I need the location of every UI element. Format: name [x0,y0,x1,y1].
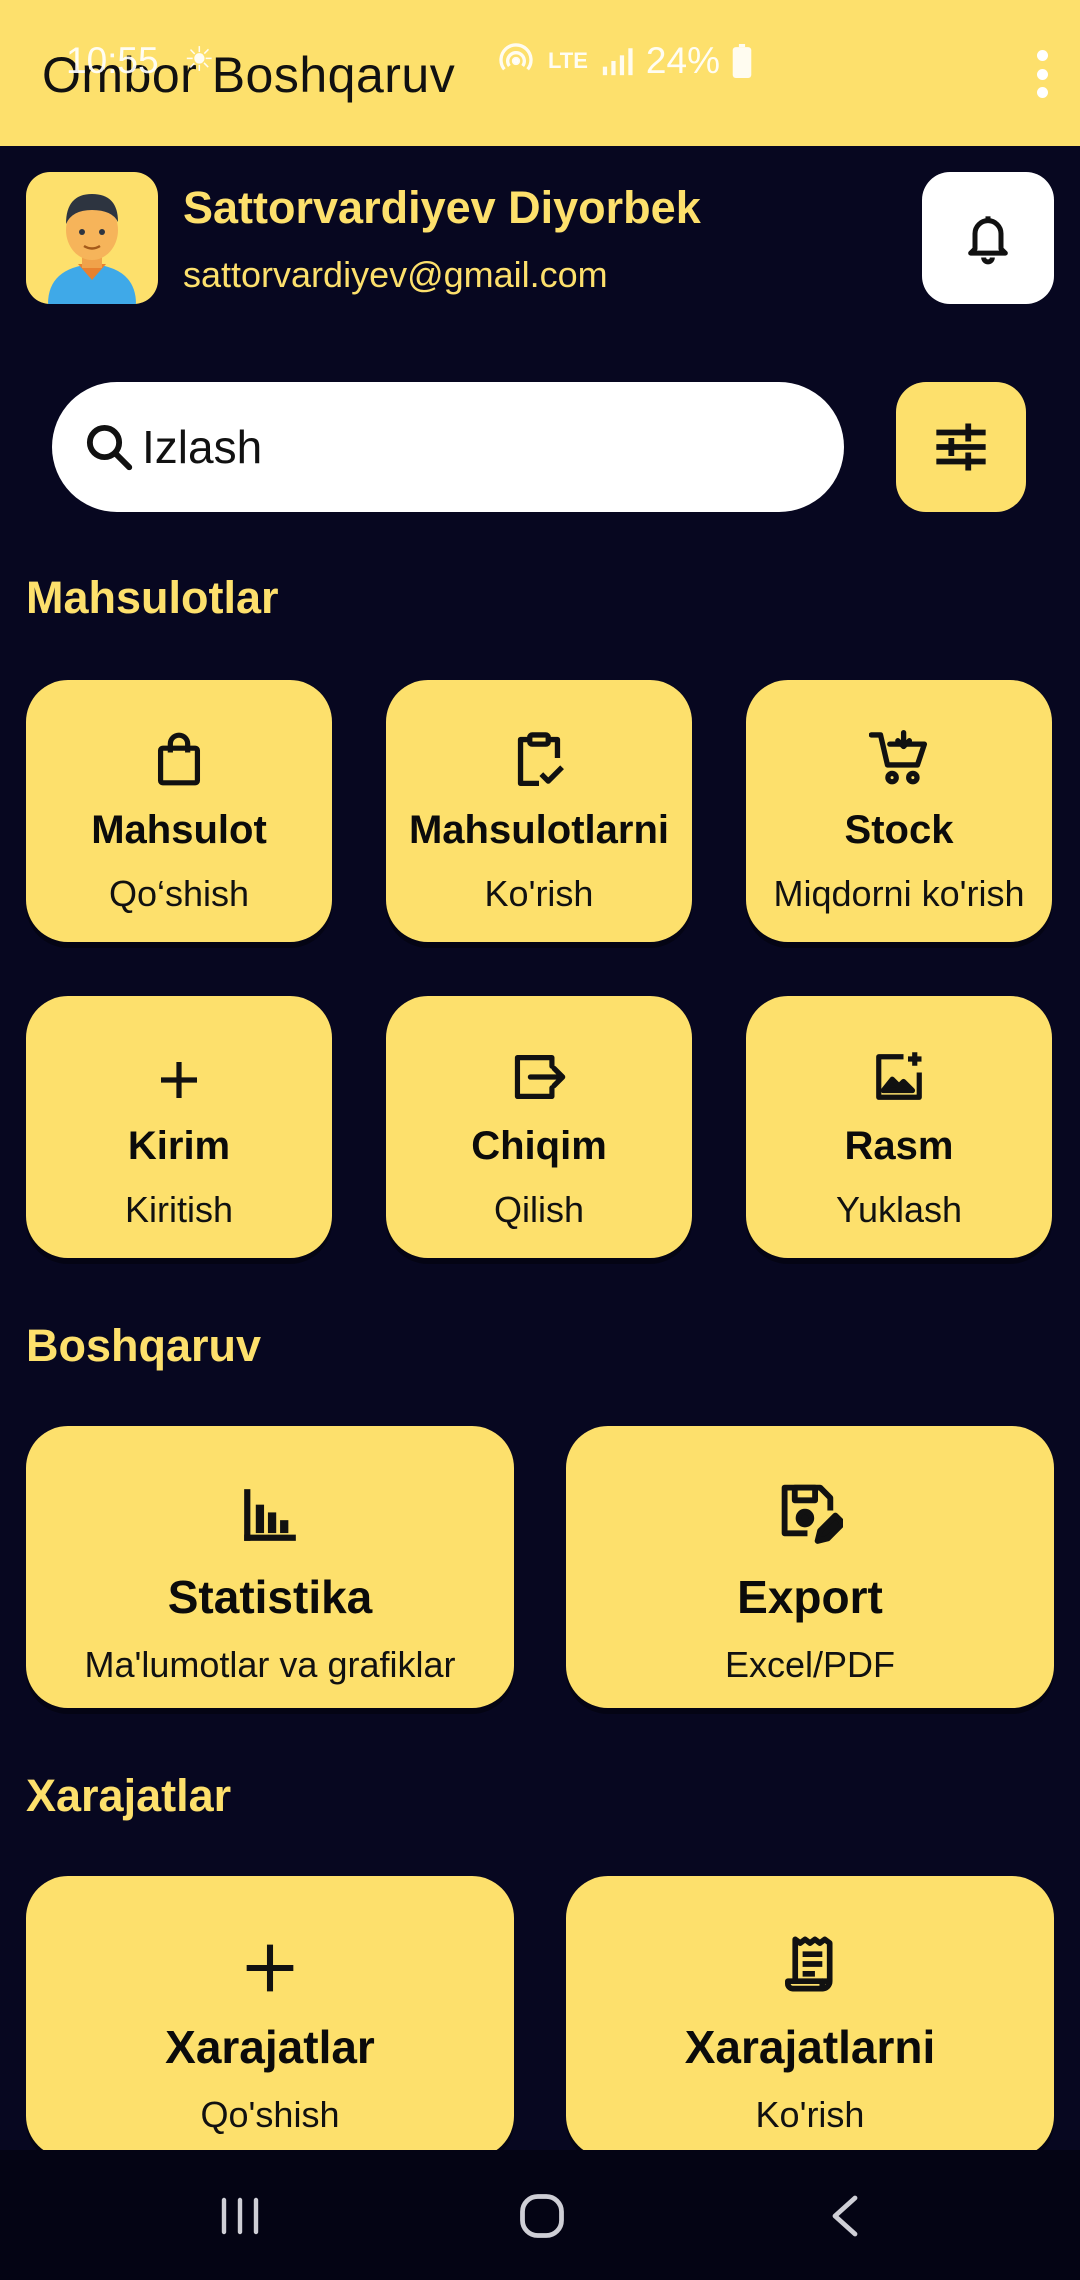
user-email: sattorvardiyev@gmail.com [183,254,608,295]
card-title: Mahsulotlarni [408,808,670,852]
card-title: Xarajatlar [165,2021,375,2073]
card-subtitle: Ko'rish [755,2094,865,2135]
card-subtitle: Qo'shish [200,2094,340,2135]
person-avatar-icon [26,172,158,304]
card-title: Chiqim [471,1124,607,1168]
exit-icon [511,1020,567,1104]
plus-icon [155,1020,203,1104]
user-name: Sattorvardiyev Diyorbek [183,182,701,233]
card-view-expenses[interactable]: Xarajatlarni Ko'rish [566,1876,1054,2158]
card-export[interactable]: Export Excel/PDF [566,1426,1054,1708]
card-subtitle: Yuklash [835,1189,963,1230]
card-subtitle: Ma'lumotlar va grafiklar [84,1644,456,1685]
bar-chart-icon [239,1456,301,1546]
signal-icon [602,48,633,76]
profile-header: Sattorvardiyev Diyorbek sattorvardiyev@g… [26,172,1054,304]
add-photo-icon [872,1020,926,1104]
tune-icon [936,423,986,471]
brightness-icon: ☀ [184,41,215,79]
card-title: Mahsulot [91,808,267,852]
filter-button[interactable] [896,382,1026,512]
search-icon [86,424,133,471]
search-bar[interactable] [52,382,844,512]
notifications-button[interactable] [922,172,1054,304]
card-add-product[interactable]: Mahsulot Qo‘shish [26,680,332,942]
search-input[interactable] [142,420,742,474]
status-time: 10:55 [66,40,159,81]
section-title-management: Boshqaruv [26,1320,262,1371]
card-title: Rasm [844,1124,954,1168]
hotspot-icon [499,43,533,71]
status-bar: 10:55 ☀ LTE 24% [66,38,1080,88]
card-title: Xarajatlarni [684,2021,936,2073]
plus-icon [242,1906,298,1996]
clipboard-check-icon [511,704,567,788]
cart-icon [869,704,929,788]
card-title: Stock [844,808,954,852]
network-label: LTE [548,48,588,73]
battery-percent: 24% [645,40,720,81]
card-subtitle: Kiritish [124,1189,234,1230]
battery-icon [732,44,752,78]
card-stock[interactable]: Stock Miqdorni ko'rish [746,680,1052,942]
card-title: Statistika [167,1571,373,1623]
card-title: Export [737,1571,883,1623]
card-subtitle: Excel/PDF [724,1644,896,1685]
card-title: Kirim [127,1124,231,1168]
receipt-icon [779,1906,841,1996]
card-subtitle: Miqdorni ko'rish [773,873,1025,914]
card-subtitle: Qo‘shish [108,873,250,914]
more-vert-icon[interactable] [1030,50,1054,98]
save-edit-icon [777,1456,843,1546]
shopping-bag-icon [153,704,205,788]
app-bar: Ombor Boshqaruv 10:55 ☀ LTE 24% [0,0,1080,146]
system-nav-bar [0,2150,1080,2280]
home-icon[interactable] [512,2186,572,2246]
section-title-expenses: Xarajatlar [26,1770,232,1821]
card-subtitle: Qilish [493,1189,585,1230]
card-view-products[interactable]: Mahsulotlarni Ko'rish [386,680,692,942]
bell-icon [968,216,1008,265]
card-statistics[interactable]: Statistika Ma'lumotlar va grafiklar [26,1426,514,1708]
card-subtitle: Ko'rish [484,873,594,914]
section-title-products: Mahsulotlar [26,572,279,623]
card-upload-image[interactable]: Rasm Yuklash [746,996,1052,1258]
card-add-expense[interactable]: Xarajatlar Qo'shish [26,1876,514,2158]
back-icon[interactable] [815,2186,875,2246]
card-outgoing[interactable]: Chiqim Qilish [386,996,692,1258]
recent-apps-icon[interactable] [210,2186,270,2246]
card-incoming[interactable]: Kirim Kiritish [26,996,332,1258]
